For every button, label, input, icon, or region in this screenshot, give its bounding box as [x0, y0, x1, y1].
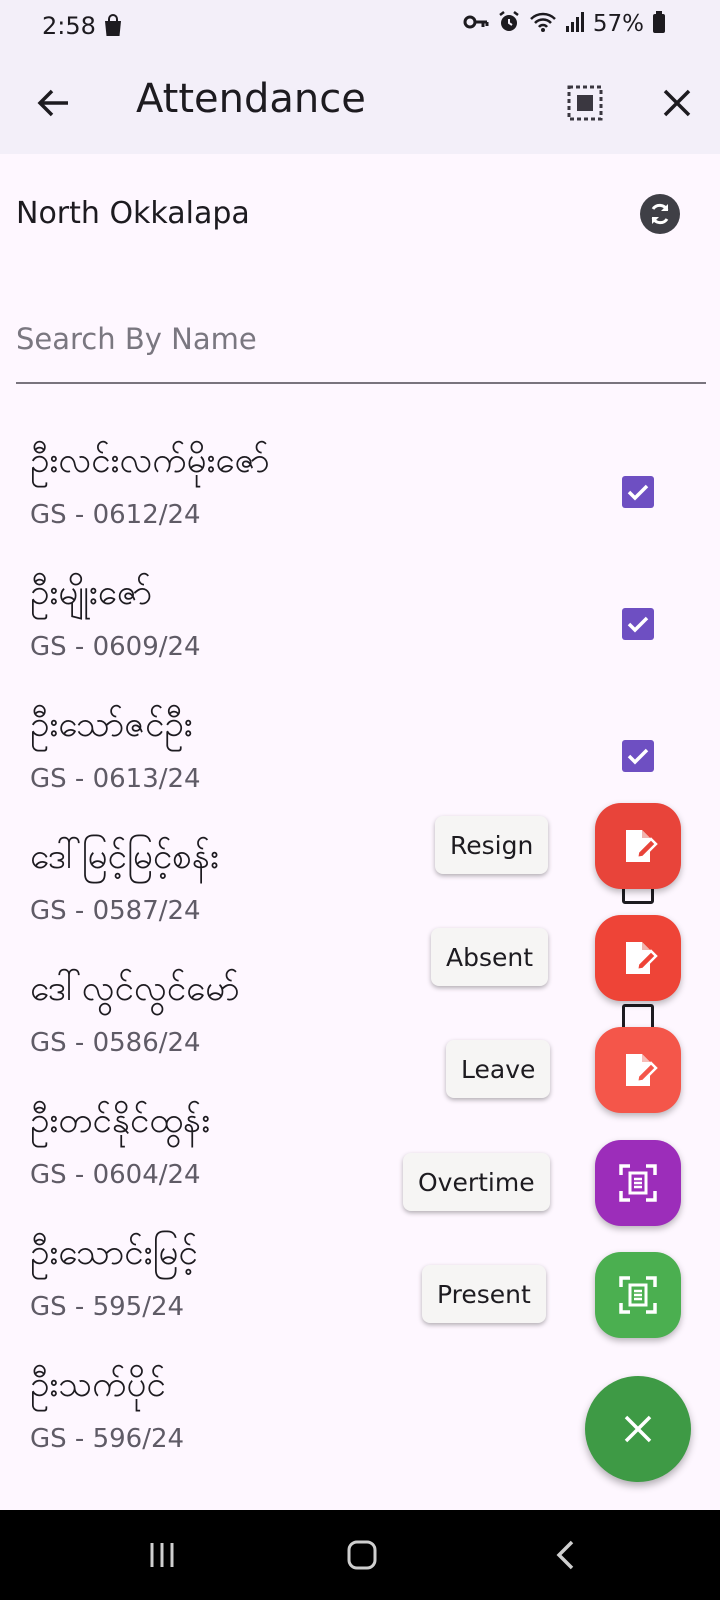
sync-button[interactable]	[640, 194, 680, 234]
employee-code: GS - 0586/24	[30, 1028, 201, 1058]
employee-name: ဦးသက်ပိုင်	[30, 1365, 166, 1405]
status-time: 2:58	[42, 12, 96, 40]
wifi-icon	[529, 11, 557, 37]
alarm-icon	[497, 10, 521, 38]
employee-name: ဦးမျိုးဇော်	[30, 573, 152, 613]
employee-code: GS - 596/24	[30, 1424, 185, 1454]
battery-icon	[652, 10, 666, 38]
search-field	[16, 300, 706, 384]
recent-apps-button[interactable]	[132, 1530, 192, 1580]
employee-code: GS - 0587/24	[30, 896, 201, 926]
select-all-button[interactable]	[560, 78, 610, 128]
speed-dial-close-button[interactable]	[585, 1376, 691, 1482]
home-button[interactable]	[332, 1530, 392, 1580]
overtime-label[interactable]: Overtime	[403, 1153, 550, 1211]
attendance-checkbox[interactable]	[622, 740, 654, 772]
employee-name: ဦးသောင်းမြင့်	[30, 1233, 198, 1273]
select-all-icon	[567, 85, 603, 121]
check-icon	[627, 748, 649, 765]
employee-name: ဒေါ်မြင့်မြင့်စန်း	[30, 837, 219, 877]
signal-icon	[565, 11, 585, 37]
edit-note-icon	[626, 942, 658, 974]
shopping-bag-icon	[102, 14, 124, 42]
edit-note-icon	[626, 1054, 658, 1086]
employee-name: ဦးလင်းလက်မိုးဇော်	[30, 441, 270, 481]
battery-percent: 57%	[592, 11, 644, 37]
close-icon	[624, 1415, 652, 1443]
edit-note-icon	[626, 830, 658, 862]
check-icon	[627, 616, 649, 633]
back-button[interactable]	[28, 78, 78, 128]
home-icon	[347, 1540, 377, 1570]
search-input[interactable]	[16, 314, 706, 364]
absent-button[interactable]	[595, 915, 681, 1001]
recent-apps-icon	[150, 1543, 174, 1567]
list-item[interactable]: ဦးမျိုးဇော် GS - 0609/24	[0, 562, 720, 694]
attendance-checkbox[interactable]	[622, 476, 654, 508]
present-label[interactable]: Present	[422, 1265, 546, 1323]
overtime-button[interactable]	[595, 1140, 681, 1226]
sync-icon	[651, 203, 669, 225]
absent-label[interactable]: Absent	[431, 928, 549, 986]
employee-code: GS - 595/24	[30, 1292, 185, 1322]
vpn-key-icon	[463, 12, 489, 36]
resign-button[interactable]	[595, 803, 681, 889]
app-bar: Attendance	[0, 52, 720, 154]
check-icon	[627, 484, 649, 501]
status-icons: 57%	[463, 10, 666, 38]
chevron-left-icon	[556, 1540, 574, 1570]
employee-name: ဦးတင်နိုင်ထွန်း	[30, 1101, 211, 1141]
page-title: Attendance	[136, 76, 366, 122]
leave-label[interactable]: Leave	[446, 1040, 551, 1098]
status-bar: 2:58 57%	[0, 0, 720, 52]
employee-name: ဦးသော်ဇင်ဦး	[30, 705, 193, 745]
employee-code: GS - 0609/24	[30, 632, 201, 662]
employee-code: GS - 0613/24	[30, 764, 201, 794]
nav-back-button[interactable]	[535, 1530, 595, 1580]
resign-label[interactable]: Resign	[435, 816, 549, 874]
system-nav-bar	[0, 1510, 720, 1600]
present-button[interactable]	[595, 1252, 681, 1338]
scan-document-icon	[619, 1276, 657, 1314]
employee-code: GS - 0604/24	[30, 1160, 201, 1190]
leave-button[interactable]	[595, 1027, 681, 1113]
location-name: North Okkalapa	[16, 196, 250, 231]
attendance-checkbox[interactable]	[622, 608, 654, 640]
employee-code: GS - 0612/24	[30, 500, 201, 530]
scan-document-icon	[619, 1164, 657, 1202]
employee-name: ဒေါ်လွင်လွင်မော်	[30, 969, 240, 1009]
arrow-back-icon	[37, 89, 68, 117]
list-item[interactable]: ဦးလင်းလက်မိုးဇော် GS - 0612/24	[0, 430, 720, 562]
close-button[interactable]	[652, 78, 702, 128]
close-icon	[663, 89, 691, 117]
